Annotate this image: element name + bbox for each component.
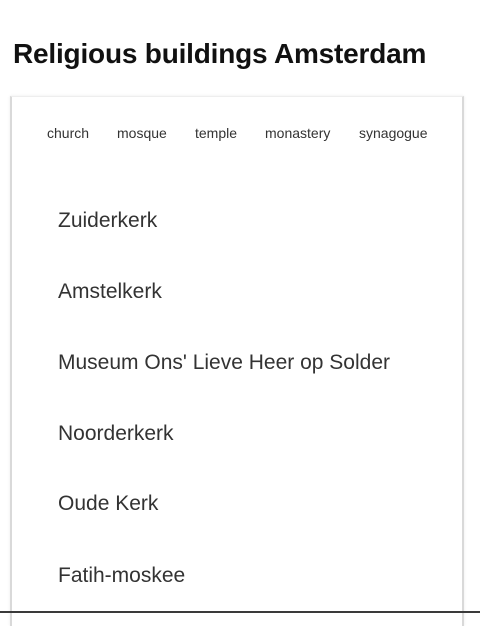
filter-church[interactable]: church xyxy=(47,125,89,141)
buildings-card: church mosque temple monastery synagogue… xyxy=(10,96,464,626)
list-item[interactable]: Noorderkerk xyxy=(58,422,174,446)
filter-synagogue[interactable]: synagogue xyxy=(359,125,428,141)
list-item[interactable]: Museum Ons' Lieve Heer op Solder xyxy=(58,351,390,375)
list-item[interactable]: Amstelkerk xyxy=(58,280,162,304)
page-title: Religious buildings Amsterdam xyxy=(13,38,427,69)
list-item[interactable]: Oude Kerk xyxy=(58,492,158,516)
list-item[interactable]: Zuiderkerk xyxy=(58,209,157,233)
filter-mosque[interactable]: mosque xyxy=(117,125,167,141)
list-item[interactable]: Fatih-moskee xyxy=(58,564,185,588)
filter-temple[interactable]: temple xyxy=(195,125,237,141)
filter-monastery[interactable]: monastery xyxy=(265,125,330,141)
filter-bar: church mosque temple monastery synagogue xyxy=(12,125,462,147)
